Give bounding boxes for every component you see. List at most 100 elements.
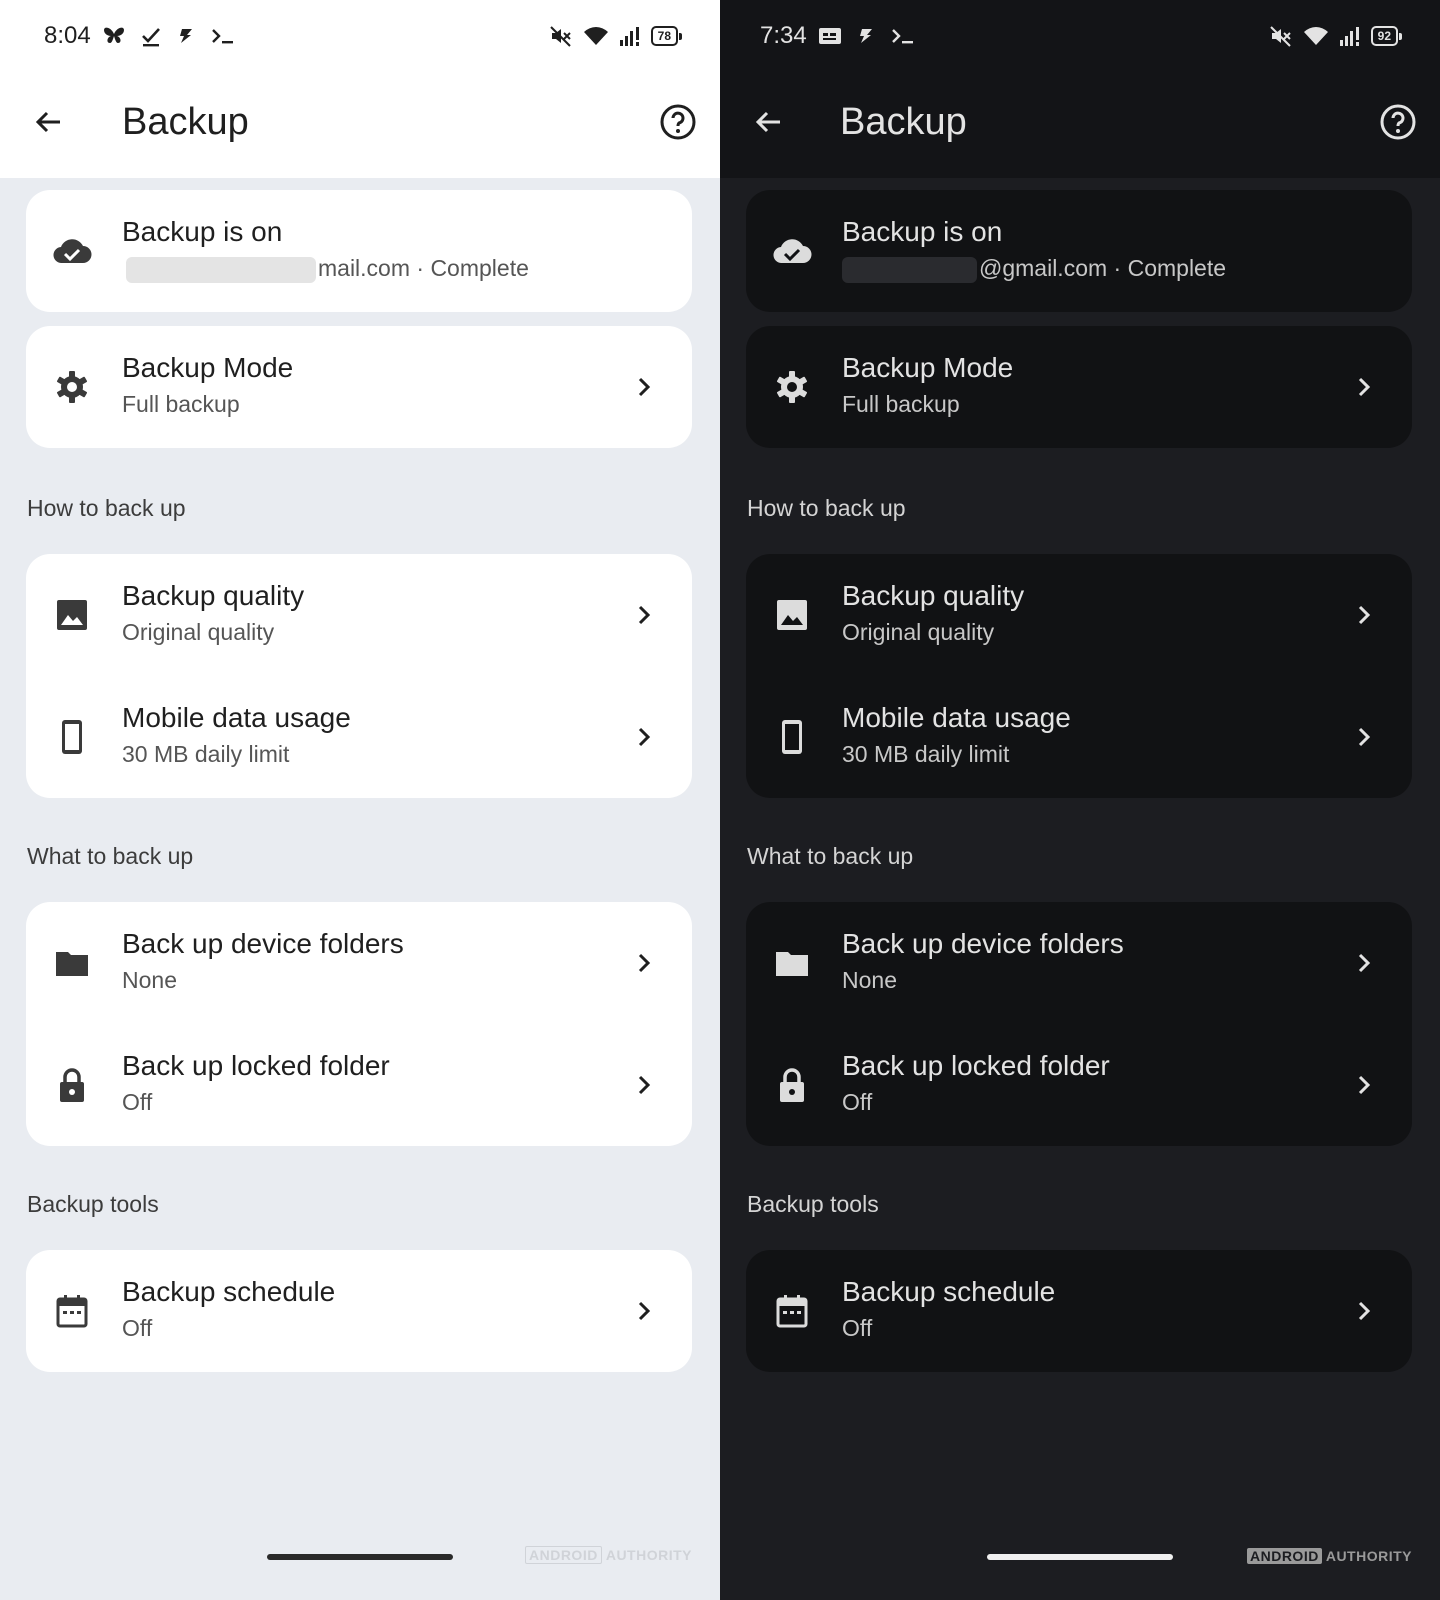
gear-icon [772,367,812,407]
backup-schedule-title: Backup schedule [122,1276,336,1307]
chevron-right-icon [630,373,658,401]
what-to-back-up-card: Back up device folders None Back up lock… [746,902,1412,1146]
device-folders-title: Back up device folders [842,928,1124,959]
chevron-right-icon [1350,373,1378,401]
page-title: Backup [840,101,967,143]
mobile-data-title: Mobile data usage [842,702,1071,733]
chevron-right-icon [630,723,658,751]
backup-quality-value: Original quality [842,619,995,645]
home-indicator[interactable] [987,1554,1173,1560]
chevron-right-icon [1350,601,1378,629]
terminal-icon [210,25,236,47]
backup-quality-row[interactable]: Backup quality Original quality [746,554,1412,676]
backup-status-card: Backup is on mail.com · Complete [26,190,692,312]
arrow-back-icon[interactable] [30,104,66,140]
folder-icon [52,943,92,983]
mobile-data-value: 30 MB daily limit [842,741,1010,767]
watermark: ANDROID AUTHORITY [524,1546,692,1564]
backup-mode-value: Full backup [842,391,960,417]
backup-quality-title: Backup quality [842,580,1025,611]
light-theme-panel: 8:04 78 Backup Backup is on mail.com · C… [0,0,720,1600]
download-done-icon [140,25,162,47]
battery-icon: 92 [1370,26,1403,46]
redacted-email [842,256,977,283]
signal-icon [619,25,641,47]
locked-folder-row[interactable]: Back up locked folder Off [746,1024,1412,1146]
locked-folder-row[interactable]: Back up locked folder Off [26,1024,692,1146]
chevron-right-icon [630,949,658,977]
backup-mode-card: Backup Mode Full backup [746,326,1412,448]
backup-status-row: Backup is on mail.com · Complete [26,190,692,312]
folder-icon [772,943,812,983]
backup-schedule-row[interactable]: Backup schedule Off [26,1250,692,1372]
backup-status-title: Backup is on [122,216,283,247]
home-indicator[interactable] [267,1554,453,1560]
calendar-icon [772,1291,812,1331]
mobile-data-row[interactable]: Mobile data usage 30 MB daily limit [26,676,692,798]
image-icon [772,595,812,635]
how-to-back-up-card: Backup quality Original quality Mobile d… [746,554,1412,798]
status-bar: 7:34 92 [720,18,1440,54]
app-bar: Backup [0,90,720,154]
locked-folder-value: Off [842,1089,873,1115]
backup-mode-row[interactable]: Backup Mode Full backup [26,326,692,448]
dark-theme-panel: 7:34 92 Backup Backup is on @gmail.com ·… [720,0,1440,1600]
backup-schedule-value: Off [842,1315,873,1341]
backup-status-card: Backup is on @gmail.com · Complete [746,190,1412,312]
backup-status-title: Backup is on [842,216,1003,247]
arrow-back-icon[interactable] [750,104,786,140]
gear-icon [52,367,92,407]
section-backup-tools: Backup tools [27,1191,159,1217]
bolt-app-icon [856,26,876,46]
backup-mode-card: Backup Mode Full backup [26,326,692,448]
backup-mode-value: Full backup [122,391,240,417]
phone-icon [52,717,92,757]
device-folders-title: Back up device folders [122,928,404,959]
locked-folder-title: Back up locked folder [122,1050,390,1081]
backup-quality-row[interactable]: Backup quality Original quality [26,554,692,676]
what-to-back-up-card: Back up device folders None Back up lock… [26,902,692,1146]
cloud-done-icon [772,231,812,271]
chevron-right-icon [1350,723,1378,751]
section-backup-tools: Backup tools [747,1191,879,1217]
device-folders-value: None [122,967,177,993]
wifi-icon [1303,25,1329,47]
backup-tools-card: Backup schedule Off [26,1250,692,1372]
how-to-back-up-card: Backup quality Original quality Mobile d… [26,554,692,798]
status-time: 7:34 [760,22,807,49]
page-title: Backup [122,101,249,143]
chevron-right-icon [1350,949,1378,977]
section-how-to-back-up: How to back up [747,495,906,521]
status-time: 8:04 [44,22,91,49]
help-icon[interactable] [1378,102,1418,142]
backup-quality-title: Backup quality [122,580,305,611]
locked-folder-value: Off [122,1089,153,1115]
backup-account-text: @gmail.com · Complete [979,255,1227,281]
chevron-right-icon [630,1071,658,1099]
calendar-icon [52,1291,92,1331]
backup-mode-title: Backup Mode [122,352,294,383]
wifi-icon [583,25,609,47]
section-what-to-back-up: What to back up [747,843,914,869]
backup-schedule-row[interactable]: Backup schedule Off [746,1250,1412,1372]
cloud-done-icon [52,231,92,271]
section-what-to-back-up: What to back up [27,843,194,869]
mobile-data-row[interactable]: Mobile data usage 30 MB daily limit [746,676,1412,798]
mute-icon [1269,24,1293,48]
status-bar: 8:04 78 [0,18,720,54]
backup-mode-row[interactable]: Backup Mode Full backup [746,326,1412,448]
backup-schedule-value: Off [122,1315,153,1341]
lock-icon [772,1065,812,1105]
backup-schedule-title: Backup schedule [842,1276,1056,1307]
signal-icon [1339,25,1361,47]
device-folders-row[interactable]: Back up device folders None [746,902,1412,1024]
device-folders-row[interactable]: Back up device folders None [26,902,692,1024]
backup-account-text: mail.com · Complete [318,255,529,281]
backup-tools-card: Backup schedule Off [746,1250,1412,1372]
chevron-right-icon [630,1297,658,1325]
help-icon[interactable] [658,102,698,142]
section-how-to-back-up: How to back up [27,495,186,521]
terminal-icon [890,25,916,47]
watermark: ANDROID AUTHORITY [1246,1548,1412,1564]
chevron-right-icon [1350,1297,1378,1325]
